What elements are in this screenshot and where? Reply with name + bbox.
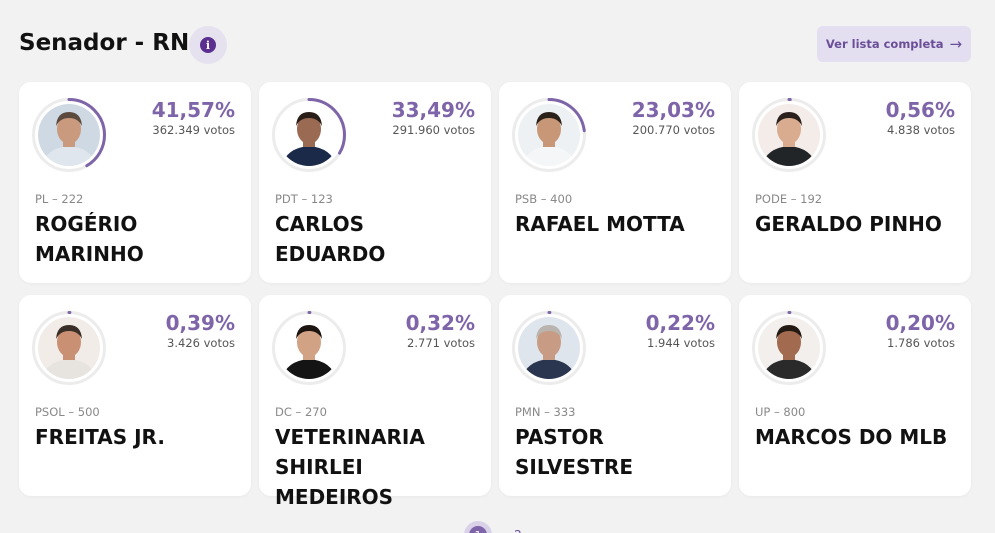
vote-percentage: 0,20% — [885, 311, 955, 335]
see-full-list-button[interactable]: Ver lista completa → — [817, 26, 971, 62]
info-icon: i — [200, 37, 216, 53]
candidate-avatar — [271, 310, 347, 386]
candidate-photo — [278, 317, 340, 379]
candidate-name: PASTOR SILVESTRE — [515, 425, 634, 479]
party-number: PSB – 400 — [515, 192, 573, 206]
vote-percentage: 33,49% — [391, 98, 475, 122]
candidate-name: VETERINARIA SHIRLEI MEDEIROS — [275, 425, 425, 509]
vote-percentage: 0,22% — [645, 311, 715, 335]
candidate-card[interactable]: 0,20% 1.786 votos UP – 800 MARCOS DO MLB — [739, 295, 971, 496]
candidate-card[interactable]: 0,56% 4.838 votos PODE – 192 GERALDO PINHO — [739, 82, 971, 283]
candidate-avatar — [751, 310, 827, 386]
page-2-button[interactable]: 2 — [504, 521, 532, 533]
vote-count: 3.426 votos — [167, 336, 235, 350]
vote-percentage: 0,56% — [885, 98, 955, 122]
candidate-card[interactable]: 0,39% 3.426 votos PSOL – 500 FREITAS JR. — [19, 295, 251, 496]
party-number: PDT – 123 — [275, 192, 333, 206]
candidate-card[interactable]: 33,49% 291.960 votos PDT – 123 CARLOS EDUAR… — [259, 82, 491, 283]
party-number: PMN – 333 — [515, 405, 576, 419]
party-number: UP – 800 — [755, 405, 806, 419]
page-1-label: 1 — [469, 526, 487, 533]
candidate-avatar — [271, 97, 347, 173]
candidate-photo — [758, 317, 820, 379]
vote-percentage: 41,57% — [151, 98, 235, 122]
candidate-avatar — [511, 310, 587, 386]
page-1-button[interactable]: 1 — [464, 521, 492, 533]
candidate-name: FREITAS JR. — [35, 425, 165, 449]
vote-percentage: 0,39% — [165, 311, 235, 335]
candidate-photo — [758, 104, 820, 166]
candidate-photo — [278, 104, 340, 166]
page-title: Senador - RN — [19, 30, 190, 56]
next-page-icon[interactable]: → — [544, 527, 558, 533]
party-number: PSOL – 500 — [35, 405, 100, 419]
candidate-name: GERALDO PINHO — [755, 212, 942, 236]
candidate-grid: 41,57% 362.349 votos PL – 222 ROGÉRIO MARIN… — [19, 82, 971, 509]
candidate-name: MARCOS DO MLB — [755, 425, 948, 449]
candidate-card[interactable]: 0,22% 1.944 votos PMN – 333 PASTOR SILVESTR… — [499, 295, 731, 496]
vote-percentage: 0,32% — [405, 311, 475, 335]
pagination: 1 2 → — [464, 520, 558, 533]
candidate-avatar — [751, 97, 827, 173]
vote-count: 1.786 votos — [887, 336, 955, 350]
info-button[interactable]: i — [189, 26, 227, 64]
see-full-list-label: Ver lista completa — [825, 37, 944, 51]
party-number: DC – 270 — [275, 405, 327, 419]
candidate-name: RAFAEL MOTTA — [515, 212, 685, 236]
vote-count: 4.838 votos — [887, 123, 955, 137]
header: Senador - RN i Ver lista completa → — [19, 24, 971, 64]
candidate-avatar — [511, 97, 587, 173]
vote-percentage: 23,03% — [631, 98, 715, 122]
candidate-name: ROGÉRIO MARINHO — [35, 212, 144, 266]
vote-count: 200.770 votos — [632, 123, 715, 137]
vote-count: 291.960 votos — [392, 123, 475, 137]
party-number: PL – 222 — [35, 192, 84, 206]
vote-count: 2.771 votos — [407, 336, 475, 350]
vote-count: 362.349 votos — [152, 123, 235, 137]
party-number: PODE – 192 — [755, 192, 823, 206]
candidate-card[interactable]: 23,03% 200.770 votos PSB – 400 RAFAEL MOTTA — [499, 82, 731, 283]
candidate-avatar — [31, 97, 107, 173]
candidate-photo — [38, 317, 100, 379]
arrow-right-icon: → — [949, 35, 963, 53]
candidate-name: CARLOS EDUARDO — [275, 212, 386, 266]
candidate-photo — [518, 317, 580, 379]
candidate-card[interactable]: 41,57% 362.349 votos PL – 222 ROGÉRIO MARIN… — [19, 82, 251, 283]
candidate-photo — [518, 104, 580, 166]
candidate-photo — [38, 104, 100, 166]
vote-count: 1.944 votos — [647, 336, 715, 350]
candidate-card[interactable]: 0,32% 2.771 votos DC – 270 VETERINARIA SHIR… — [259, 295, 491, 509]
candidate-avatar — [31, 310, 107, 386]
